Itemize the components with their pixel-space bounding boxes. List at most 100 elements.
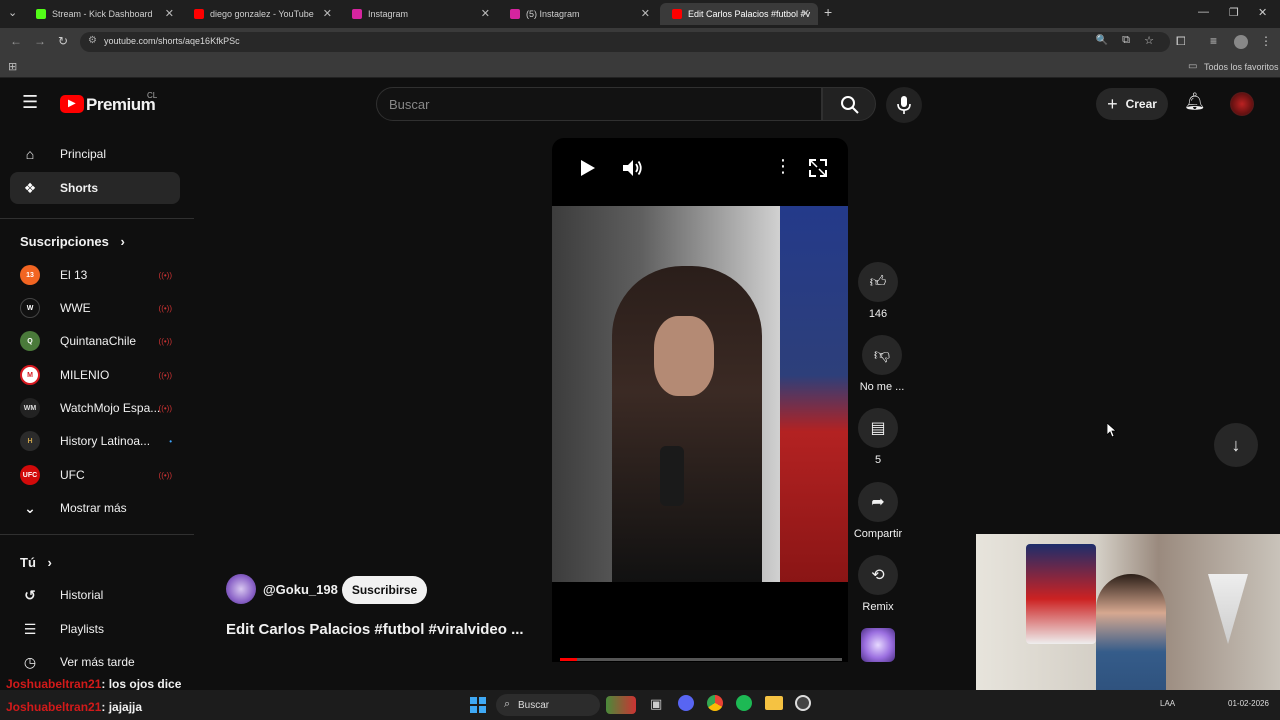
hamburger-menu-icon[interactable]: ☰ (22, 92, 38, 113)
logo-text[interactable]: Premium (86, 95, 156, 115)
sidebar-item-shorts[interactable]: ❖ Shorts (10, 172, 180, 204)
remix-label: Remix (862, 601, 894, 613)
you-heading[interactable]: Tú › (20, 555, 52, 570)
profile-avatar[interactable] (1234, 35, 1248, 49)
like-action[interactable]: 👍︎ 146 (852, 262, 904, 320)
fullscreen-icon[interactable] (809, 159, 827, 177)
search-icon (841, 96, 859, 114)
subscriptions-heading[interactable]: Suscripciones › (20, 234, 125, 249)
more-options-icon[interactable]: ⋮ (774, 156, 792, 177)
subscription-item[interactable]: UFC UFC ((•)) (20, 462, 180, 488)
tab-search-icon[interactable]: ⌄ (8, 6, 17, 19)
subscription-item[interactable]: 13 El 13 ((•)) (20, 262, 180, 288)
apps-grid-icon[interactable]: ⊞ (8, 60, 17, 73)
youtube-favicon-icon (672, 9, 682, 19)
subscription-item[interactable]: WM WatchMojo Espa... ((•)) (20, 395, 180, 421)
window-close-icon[interactable]: ✕ (1258, 6, 1267, 19)
mouse-cursor-icon (1107, 423, 1117, 437)
browser-tab-active[interactable]: Edit Carlos Palacios #futbol #v ✕ (660, 3, 818, 25)
play-icon[interactable] (578, 159, 596, 177)
sidebar-item-history[interactable]: ↺ Historial (20, 582, 180, 608)
widget-icon[interactable] (606, 696, 636, 714)
subscription-item[interactable]: H History Latinoa... • (20, 428, 180, 454)
close-icon[interactable]: ✕ (801, 7, 810, 20)
all-bookmarks-link[interactable]: Todos los favoritos (1204, 62, 1279, 72)
install-icon[interactable]: ⧉ (1122, 34, 1130, 47)
shorts-player[interactable]: ⋮ (552, 138, 848, 662)
close-icon[interactable]: ✕ (641, 7, 650, 20)
taskbar-search[interactable]: ⌕ Buscar (496, 694, 600, 716)
search-input[interactable]: Buscar (376, 87, 822, 121)
url-field[interactable]: ⚙ youtube.com/shorts/aqe16KfkPSc 🔍 ⧉ ☆ (80, 32, 1170, 52)
browser-tab[interactable]: (5) Instagram ✕ (498, 3, 658, 25)
media-icon[interactable]: ≡ (1210, 34, 1217, 48)
spotify-icon[interactable] (736, 695, 752, 711)
comments-action[interactable]: ▤ 5 (852, 408, 904, 466)
channel-handle[interactable]: @Goku_198 (263, 582, 338, 597)
minimize-icon[interactable]: — (1198, 6, 1209, 18)
wall-pennant (1208, 574, 1248, 644)
voice-search-button[interactable] (886, 87, 922, 123)
file-explorer-icon[interactable] (765, 696, 783, 710)
maximize-icon[interactable]: ❐ (1229, 6, 1239, 19)
extensions-icon[interactable]: ⧠ (1176, 34, 1186, 49)
reload-icon[interactable]: ↻ (58, 34, 68, 48)
new-tab-icon[interactable]: + (824, 4, 832, 20)
subscription-item[interactable]: M MILENIO ((•)) (20, 362, 180, 388)
search-icon: ⌕ (504, 698, 511, 710)
channel-avatar[interactable] (226, 574, 256, 604)
browser-tab[interactable]: Instagram ✕ (340, 3, 498, 25)
show-more-item[interactable]: ⌄ Mostrar más (20, 495, 180, 521)
windows-start-icon[interactable] (470, 697, 486, 713)
channel-avatar: H (20, 431, 40, 451)
comment-icon[interactable]: ▤ (858, 408, 898, 448)
youtube-logo-icon[interactable]: ▶ (60, 95, 84, 113)
date-display[interactable]: 01-02-2026 (1228, 699, 1269, 708)
video-frame[interactable] (552, 206, 848, 582)
zoom-icon[interactable]: 🔍 (1096, 35, 1108, 46)
task-view-icon[interactable]: ▣ (650, 696, 662, 712)
remix-icon[interactable]: ⟲ (858, 555, 898, 595)
share-action[interactable]: ➦ Compartir (850, 482, 906, 540)
sidebar-item-home[interactable]: ⌂ Principal (10, 138, 180, 170)
home-icon: ⌂ (25, 146, 35, 162)
audio-thumbnail[interactable] (861, 628, 895, 662)
subscription-item[interactable]: W WWE ((•)) (20, 295, 180, 321)
sidebar-item-watch-later[interactable]: ◷ Ver más tarde (20, 649, 180, 675)
create-button[interactable]: + Crear (1096, 88, 1168, 120)
progress-bar[interactable] (560, 658, 842, 661)
chevron-down-icon: ⌄ (24, 499, 36, 516)
short-title[interactable]: Edit Carlos Palacios #futbol #viralvideo… (226, 621, 524, 638)
thumbs-up-icon[interactable]: 👍︎ (858, 262, 898, 302)
arrow-down-icon: ↓ (1231, 434, 1241, 455)
plus-icon: + (1107, 93, 1118, 114)
notifications-bell-icon[interactable]: 🔔︎ (1184, 92, 1206, 112)
volume-icon[interactable] (622, 159, 644, 177)
next-short-button[interactable]: ↓ (1214, 423, 1258, 467)
search-button[interactable] (822, 87, 876, 121)
chrome-icon[interactable] (707, 695, 723, 711)
account-avatar[interactable] (1230, 92, 1254, 116)
site-info-icon[interactable]: ⚙ (88, 35, 97, 46)
menu-dots-icon[interactable]: ⋮ (1260, 34, 1272, 48)
bookmark-star-icon[interactable]: ☆ (1144, 34, 1154, 47)
url-text: youtube.com/shorts/aqe16KfkPSc (104, 36, 240, 46)
close-icon[interactable]: ✕ (323, 7, 332, 20)
thumbs-down-icon[interactable]: 👎︎ (862, 335, 902, 375)
sidebar-item-playlists[interactable]: ☰ Playlists (20, 616, 180, 642)
dislike-action[interactable]: 👎︎ No me ... (852, 335, 912, 393)
subscribe-button[interactable]: Suscribirse (342, 576, 427, 604)
close-icon[interactable]: ✕ (165, 7, 174, 20)
discord-icon[interactable] (678, 695, 694, 711)
close-icon[interactable]: ✕ (481, 7, 490, 20)
share-icon[interactable]: ➦ (858, 482, 898, 522)
subscription-item[interactable]: Q QuintanaChile ((•)) (20, 328, 180, 354)
language-indicator[interactable]: LAA (1160, 699, 1175, 708)
browser-tab[interactable]: diego gonzalez - YouTube ✕ (182, 3, 340, 25)
obs-icon[interactable] (795, 695, 811, 711)
back-icon[interactable]: ← (10, 34, 22, 48)
remix-action[interactable]: ⟲ Remix (852, 555, 904, 613)
chat-message: Joshuabeltran21: los ojos dice (6, 677, 182, 691)
forward-icon[interactable]: → (34, 34, 46, 48)
browser-tab[interactable]: Stream - Kick Dashboard ✕ (24, 3, 182, 25)
